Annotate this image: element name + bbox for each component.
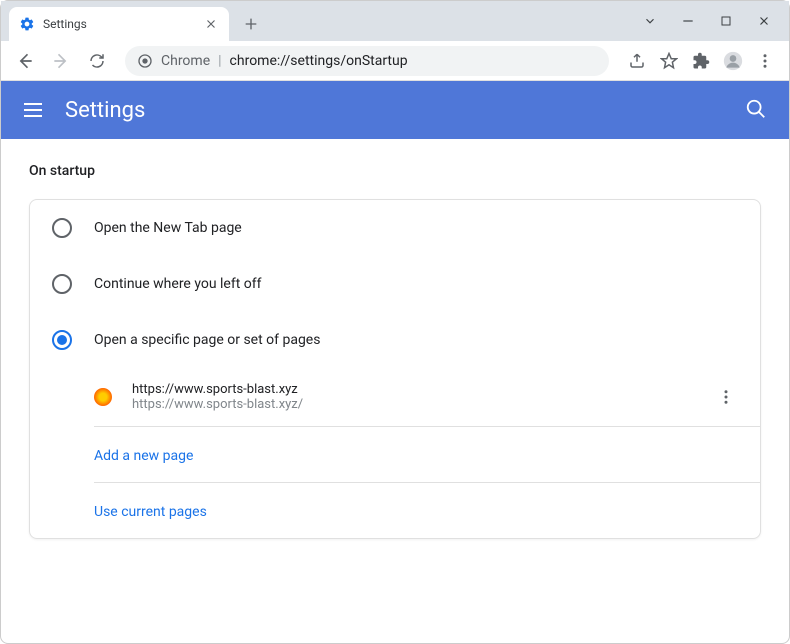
browser-titlebar: Settings — [1, 1, 789, 41]
chevron-down-icon[interactable] — [643, 14, 657, 28]
radio-unchecked-icon — [52, 274, 72, 294]
use-current-link: Use current pages — [94, 504, 207, 520]
page-info: https://www.sports-blast.xyz https://www… — [132, 382, 714, 412]
option-new-tab[interactable]: Open the New Tab page — [30, 200, 760, 256]
option-label: Continue where you left off — [94, 276, 262, 292]
page-title-text: https://www.sports-blast.xyz — [132, 382, 714, 397]
close-tab-icon[interactable] — [203, 16, 219, 32]
more-actions-icon[interactable] — [714, 385, 738, 409]
window-controls — [623, 1, 789, 41]
toolbar-actions — [621, 51, 781, 71]
tab-title: Settings — [43, 17, 203, 31]
address-bar[interactable]: Chrome | chrome://settings/onStartup — [125, 46, 609, 76]
minimize-icon[interactable] — [681, 14, 695, 28]
omnibox-url: chrome://settings/onStartup — [230, 53, 408, 69]
settings-gear-icon — [19, 16, 35, 32]
option-continue[interactable]: Continue where you left off — [30, 256, 760, 312]
back-button[interactable] — [9, 45, 41, 77]
browser-toolbar: Chrome | chrome://settings/onStartup — [1, 41, 789, 81]
kebab-menu-icon[interactable] — [755, 51, 775, 71]
page-url-text: https://www.sports-blast.xyz/ — [132, 397, 714, 412]
forward-button[interactable] — [45, 45, 77, 77]
extensions-puzzle-icon[interactable] — [691, 51, 711, 71]
section-title: On startup — [29, 163, 761, 179]
omnibox-scheme: Chrome — [161, 53, 210, 69]
bookmark-star-icon[interactable] — [659, 51, 679, 71]
startup-options-card: Open the New Tab page Continue where you… — [29, 199, 761, 539]
radio-unchecked-icon — [52, 218, 72, 238]
settings-content: On startup Open the New Tab page Continu… — [1, 139, 789, 563]
profile-avatar-icon[interactable] — [723, 51, 743, 71]
add-page-link: Add a new page — [94, 448, 193, 464]
option-label: Open the New Tab page — [94, 220, 242, 236]
chrome-logo-icon — [137, 53, 153, 69]
site-favicon-icon — [94, 388, 112, 406]
share-icon[interactable] — [627, 51, 647, 71]
omnibox-separator: | — [218, 53, 221, 69]
hamburger-menu-icon[interactable] — [21, 98, 45, 122]
browser-tab[interactable]: Settings — [9, 7, 229, 41]
new-tab-button[interactable] — [237, 10, 265, 38]
maximize-icon[interactable] — [719, 14, 733, 28]
use-current-row[interactable]: Use current pages — [30, 483, 760, 538]
close-window-icon[interactable] — [757, 14, 771, 28]
page-title: Settings — [65, 98, 745, 123]
option-label: Open a specific page or set of pages — [94, 332, 320, 348]
settings-header: Settings — [1, 81, 789, 139]
search-icon[interactable] — [745, 98, 769, 122]
startup-page-entry: https://www.sports-blast.xyz https://www… — [30, 368, 760, 426]
radio-checked-icon — [52, 330, 72, 350]
reload-button[interactable] — [81, 45, 113, 77]
option-specific-pages[interactable]: Open a specific page or set of pages — [30, 312, 760, 368]
add-page-row[interactable]: Add a new page — [30, 427, 760, 482]
